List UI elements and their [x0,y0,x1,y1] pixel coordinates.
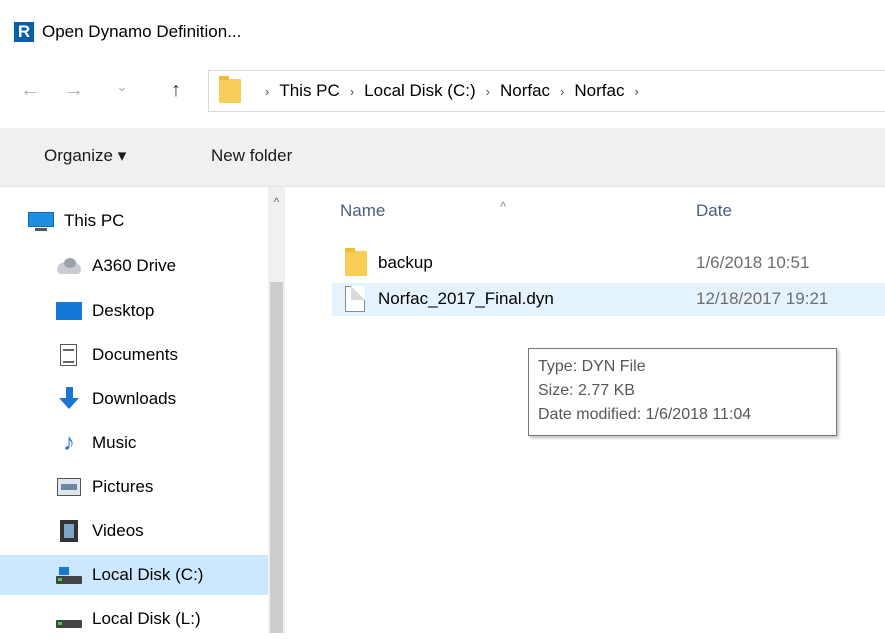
new-folder-button[interactable]: New folder [211,146,292,166]
sidebar-item-local-disk-c[interactable]: Local Disk (C:) [0,555,268,595]
sidebar-item-label: Music [92,433,137,452]
sidebar-item-label: Desktop [92,301,155,320]
sidebar-item-desktop[interactable]: Desktop [56,291,268,331]
tooltip-date-modified: Date modified: 1/6/2018 11:04 [538,406,752,423]
column-header-date[interactable]: Date [696,201,732,221]
sidebar-item-label: This PC [64,211,125,230]
address-row: ← → ⌄ ↑ › This PC › Local Disk (C:) › Norfac ›… [0,70,885,114]
sidebar-item-label: A360 Drive [92,256,177,275]
sidebar-item-a360-drive[interactable]: A360 Drive [56,246,268,286]
window-title: Open Dynamo Definition... [42,22,242,41]
file-info-tooltip: Type: DYN File Size: 2.77 KB Date modifi… [528,348,837,436]
breadcrumb-this-pc[interactable]: This PC [279,81,339,101]
folder-icon [219,76,241,103]
sidebar-item-label: Local Disk (L:) [92,609,201,628]
sidebar-item-music[interactable]: ♪ Music [56,423,268,463]
pictures-icon [56,475,82,499]
scroll-up-icon[interactable]: ^ [268,195,285,209]
document-file-icon [345,286,365,312]
file-row-backup[interactable]: backup 1/6/2018 10:51 [332,247,885,280]
navigation-scrollbar[interactable]: ^ [268,187,285,633]
address-bar[interactable]: › This PC › Local Disk (C:) › Norfac › Norfac › [208,70,885,112]
breadcrumb-separator: › [485,84,490,99]
desktop-icon [56,299,82,323]
breadcrumb-norfac-2[interactable]: Norfac [574,81,624,101]
column-header-name-label: Name [340,201,386,220]
navigation-pane: This PC A360 Drive Desktop Documents Dow… [0,187,268,633]
breadcrumb-separator[interactable]: › [624,84,648,99]
title-bar: R Open Dynamo Definition... [0,0,885,60]
file-row-norfac-dyn[interactable]: Norfac_2017_Final.dyn 12/18/2017 19:21 [332,283,885,316]
windows-logo-icon [59,567,69,575]
sidebar-item-local-disk-l[interactable]: Local Disk (L:) [56,599,268,639]
breadcrumb: › This PC › Local Disk (C:) › Norfac › Norfac › [255,81,649,101]
up-arrow-icon[interactable]: ↑ [171,80,181,100]
tooltip-size: Size: 2.77 KB [538,382,635,399]
sidebar-item-downloads[interactable]: Downloads [56,379,268,419]
file-name: backup [378,253,433,272]
music-icon: ♪ [63,429,75,456]
sidebar-item-label: Downloads [92,389,177,408]
file-date: 12/18/2017 19:21 [696,289,829,308]
sort-ascending-icon: ^ [500,199,507,214]
breadcrumb-separator: › [560,84,565,99]
drive-icon [56,607,82,631]
column-header-name[interactable]: Name ^ [340,199,506,221]
sidebar-item-videos[interactable]: Videos [56,511,268,551]
downloads-icon [56,387,82,411]
breadcrumb-norfac-1[interactable]: Norfac [500,81,550,101]
sidebar-item-label: Local Disk (C:) [92,565,204,584]
forward-arrow-icon[interactable]: → [64,80,84,100]
scroll-thumb[interactable] [270,282,283,633]
revit-app-icon: R [14,22,34,42]
back-arrow-icon[interactable]: ← [20,80,40,100]
command-toolbar: Organize ▾ New folder [0,128,885,187]
file-date: 1/6/2018 10:51 [696,253,810,272]
file-name: Norfac_2017_Final.dyn [378,289,554,308]
cloud-drive-icon [56,254,82,278]
sidebar-item-label: Pictures [92,477,154,496]
videos-icon [56,519,82,543]
documents-icon [56,343,82,367]
drive-icon [56,563,82,587]
breadcrumb-separator: › [349,84,355,99]
sidebar-item-label: Videos [92,521,144,540]
recent-locations-icon[interactable]: ⌄ [116,76,128,96]
tooltip-type: Type: DYN File [538,358,646,375]
breadcrumb-separator: › [265,84,270,99]
sidebar-item-documents[interactable]: Documents [56,335,268,375]
computer-icon [28,209,54,233]
sidebar-item-this-pc[interactable]: This PC [28,201,268,241]
breadcrumb-local-disk-c[interactable]: Local Disk (C:) [364,81,475,101]
sidebar-item-pictures[interactable]: Pictures [56,467,268,507]
sidebar-item-label: Documents [92,345,178,364]
folder-icon [345,248,367,276]
organize-button[interactable]: Organize ▾ [44,146,126,166]
